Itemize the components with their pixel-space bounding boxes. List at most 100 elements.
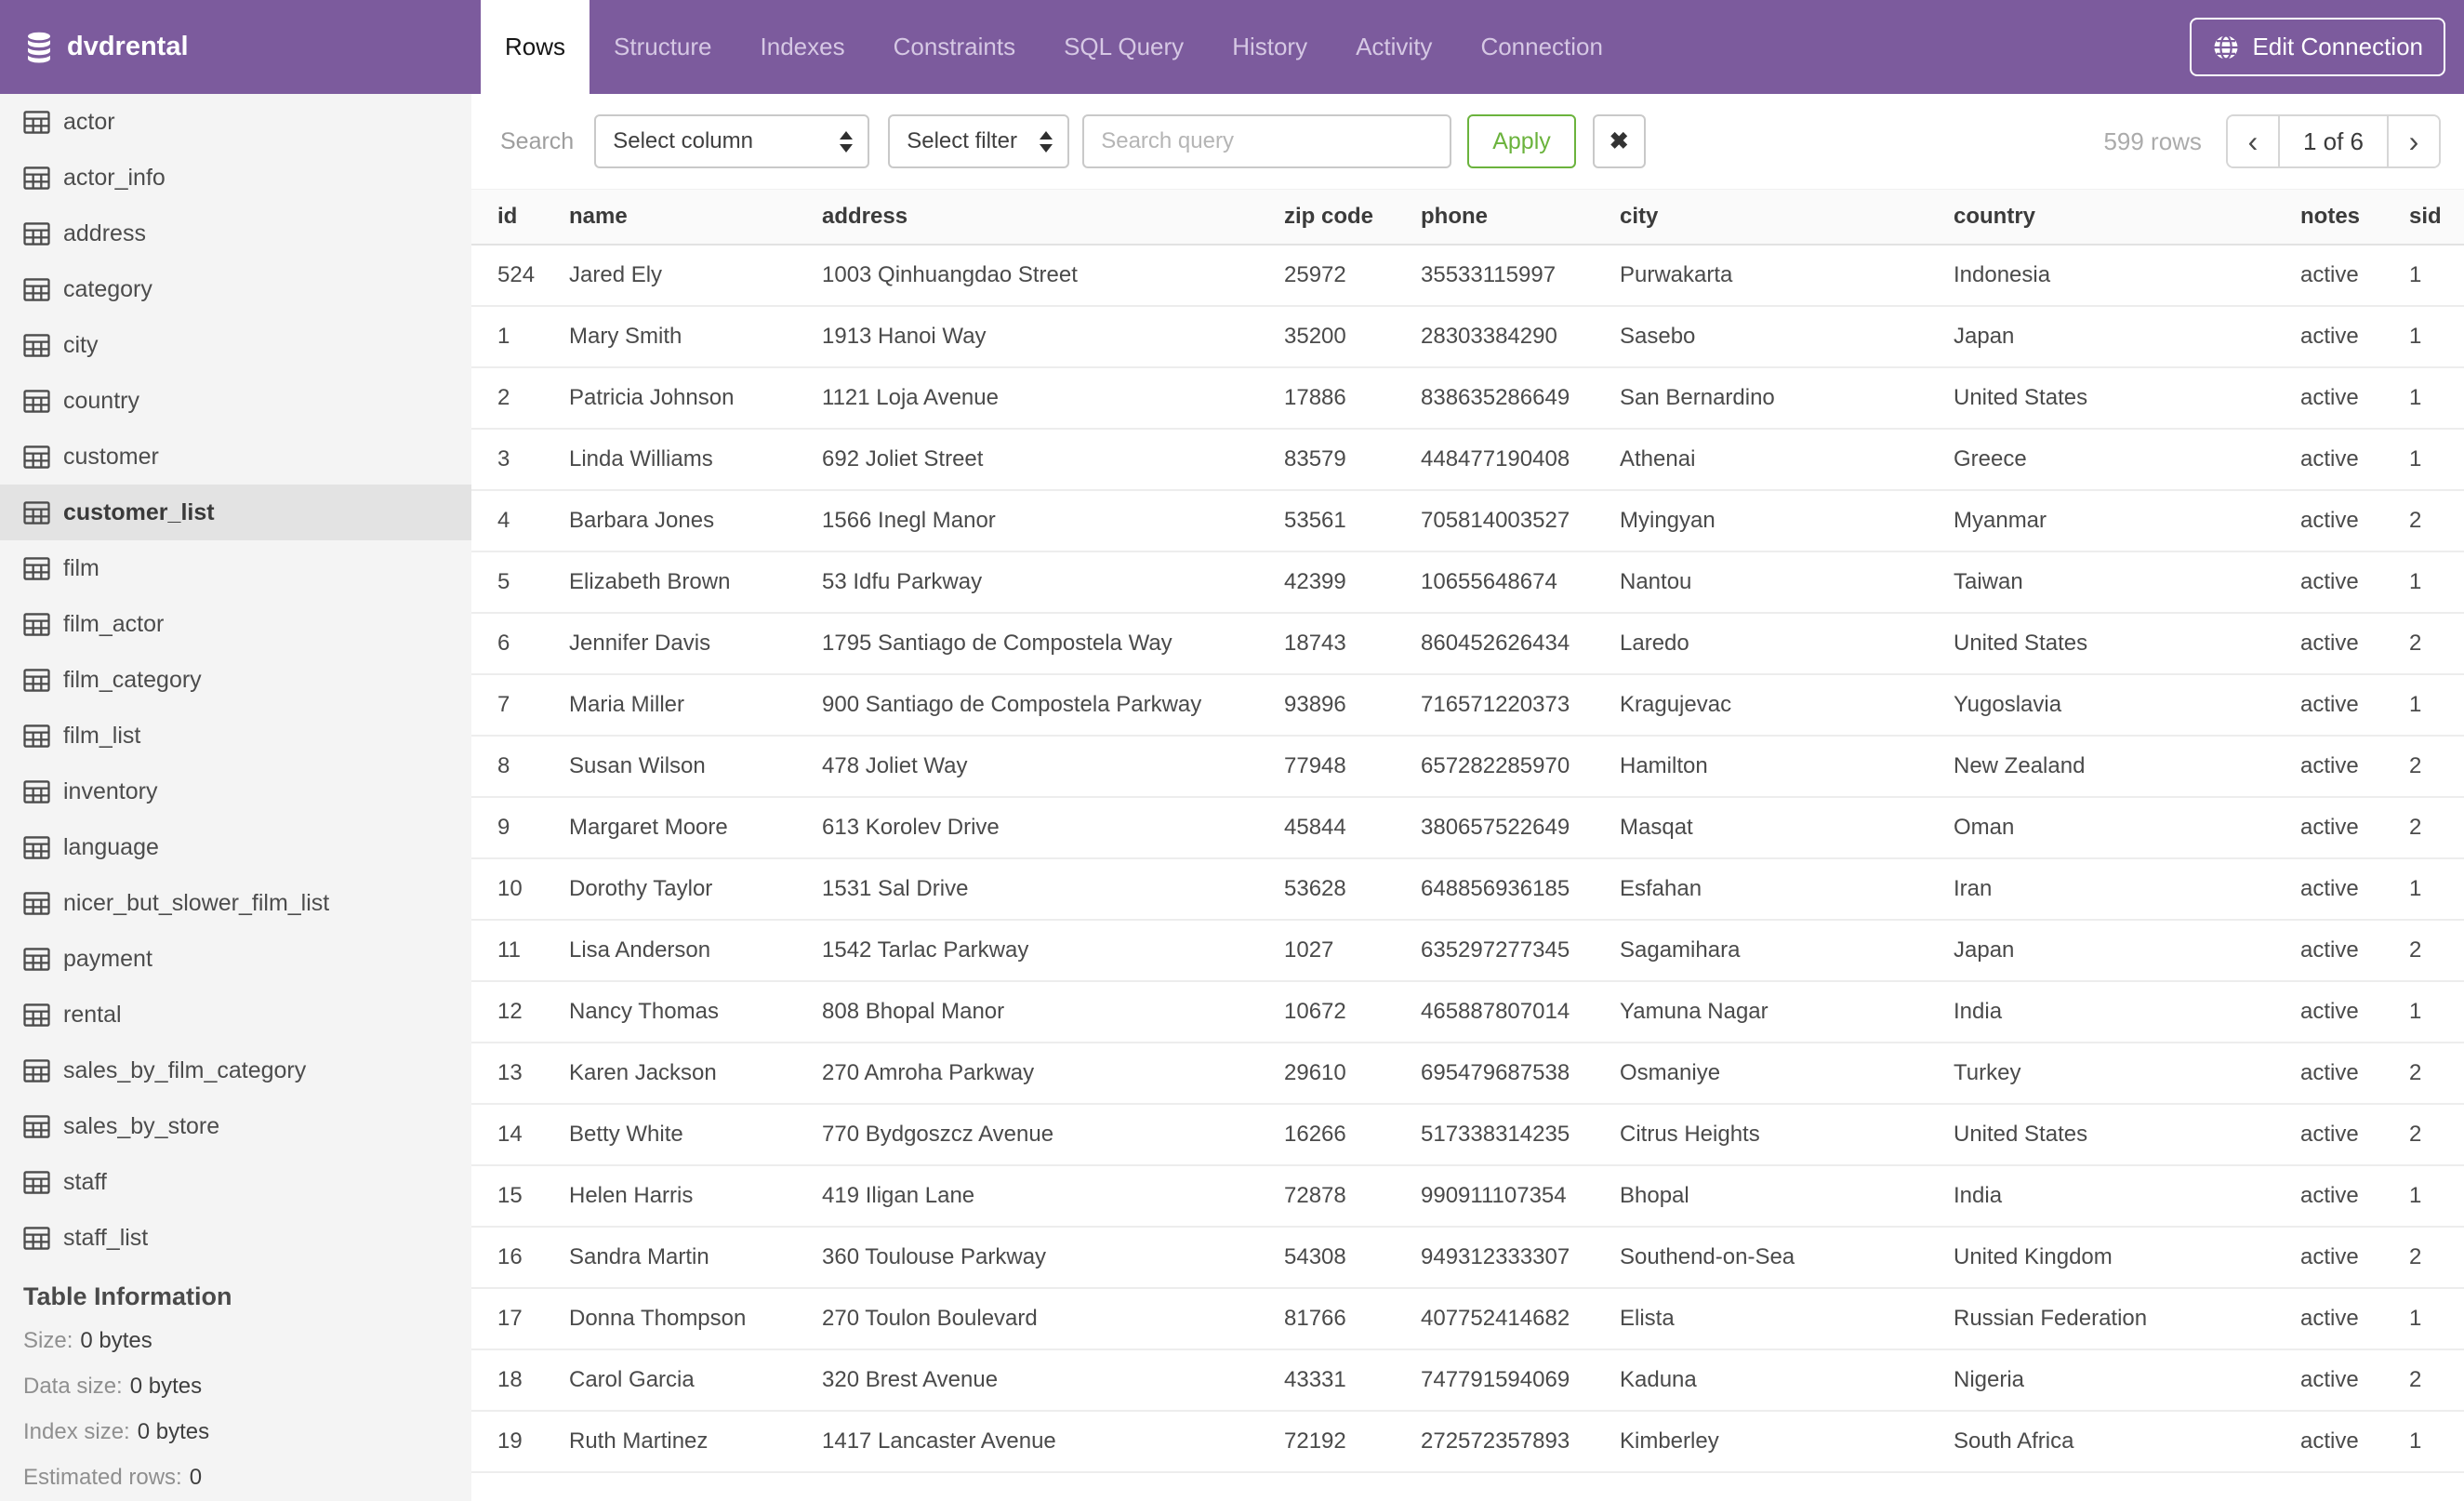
sidebar-item-film_category[interactable]: film_category xyxy=(0,652,471,708)
edit-connection-button[interactable]: Edit Connection xyxy=(2190,18,2445,76)
table-row[interactable]: 18 Carol Garcia 320 Brest Avenue 43331 74779… xyxy=(471,1348,2464,1412)
clear-search-button[interactable]: ✖ xyxy=(1592,114,1646,168)
sidebar-item-staff[interactable]: staff xyxy=(0,1154,471,1210)
sidebar-item-rental[interactable]: rental xyxy=(0,987,471,1043)
sidebar-item-sales_by_store[interactable]: sales_by_store xyxy=(0,1098,471,1154)
cell-country: India xyxy=(1954,980,2300,1043)
filter-select[interactable]: Select filter xyxy=(888,114,1070,168)
cell-phone: 10655648674 xyxy=(1421,551,1620,614)
cell-city: Elista xyxy=(1620,1287,1954,1350)
tab-rows[interactable]: Rows xyxy=(481,0,590,94)
table-row[interactable]: 8 Susan Wilson 478 Joliet Way 77948 65728228… xyxy=(471,735,2464,798)
sidebar-item-sales_by_film_category[interactable]: sales_by_film_category xyxy=(0,1043,471,1098)
cell-sid: 1 xyxy=(2409,1164,2464,1228)
table-row[interactable]: 524 Jared Ely 1003 Qinhuangdao Street 25972… xyxy=(471,244,2464,307)
sidebar-item-film_list[interactable]: film_list xyxy=(0,708,471,764)
cell-notes: active xyxy=(2300,796,2409,859)
cell-phone: 695479687538 xyxy=(1421,1042,1620,1105)
table-icon xyxy=(23,891,50,915)
table-row[interactable]: 9 Margaret Moore 613 Korolev Drive 45844 380… xyxy=(471,796,2464,859)
table-row[interactable]: 17 Donna Thompson 270 Toulon Boulevard 8176… xyxy=(471,1287,2464,1350)
cell-id: 11 xyxy=(471,919,569,982)
sidebar-item-category[interactable]: category xyxy=(0,261,471,317)
column-header-city: city xyxy=(1620,189,1954,246)
table-row[interactable]: 7 Maria Miller 900 Santiago de Compostela … xyxy=(471,673,2464,737)
cell-zip-code: 43331 xyxy=(1284,1348,1421,1412)
table-row[interactable]: 14 Betty White 770 Bydgoszcz Avenue 16266 51… xyxy=(471,1103,2464,1166)
cell-sid: 2 xyxy=(2409,1103,2464,1166)
apply-button[interactable]: Apply xyxy=(1467,114,1576,168)
table-row[interactable]: 4 Barbara Jones 1566 Inegl Manor 53561 70581… xyxy=(471,489,2464,552)
cell-city: Esfahan xyxy=(1620,857,1954,921)
table-row[interactable]: 19 Ruth Martinez 1417 Lancaster Avenue 7219… xyxy=(471,1410,2464,1473)
tab-activity[interactable]: Activity xyxy=(1331,0,1456,94)
table-row[interactable]: 11 Lisa Anderson 1542 Tarlac Parkway 1027 63… xyxy=(471,919,2464,982)
sidebar-item-customer[interactable]: customer xyxy=(0,429,471,485)
cell-sid: 2 xyxy=(2409,796,2464,859)
tab-sql-query[interactable]: SQL Query xyxy=(1040,0,1208,94)
table-info-stat: Index size: 0 bytes xyxy=(23,1409,471,1455)
table-row[interactable]: 15 Helen Harris 419 Iligan Lane 72878 990911… xyxy=(471,1164,2464,1228)
rows-count: 599 rows xyxy=(2103,126,2202,155)
cell-name: Patricia Johnson xyxy=(569,366,822,430)
tab-structure[interactable]: Structure xyxy=(590,0,736,94)
filter-select-value: Select filter xyxy=(907,128,1017,153)
cell-zip-code: 18743 xyxy=(1284,612,1421,675)
cell-sid: 1 xyxy=(2409,428,2464,491)
cell-sid: 2 xyxy=(2409,919,2464,982)
sidebar-item-nicer_but_slower_film_list[interactable]: nicer_but_slower_film_list xyxy=(0,875,471,931)
cell-notes: active xyxy=(2300,1226,2409,1289)
search-query-input[interactable] xyxy=(1082,114,1452,168)
cell-city: Southend-on-Sea xyxy=(1620,1226,1954,1289)
table-icon xyxy=(23,835,50,859)
cell-phone: 747791594069 xyxy=(1421,1348,1620,1412)
sidebar-item-payment[interactable]: payment xyxy=(0,931,471,987)
table-row[interactable]: 3 Linda Williams 692 Joliet Street 83579 448… xyxy=(471,428,2464,491)
sidebar-item-label: address xyxy=(63,219,146,246)
sidebar-item-actor[interactable]: actor xyxy=(0,94,471,150)
next-page-button[interactable]: › xyxy=(2389,116,2439,166)
sidebar-item-city[interactable]: city xyxy=(0,317,471,373)
cell-name: Maria Miller xyxy=(569,673,822,737)
table-row[interactable]: 16 Sandra Martin 360 Toulouse Parkway 54308… xyxy=(471,1226,2464,1289)
table-icon xyxy=(23,1058,50,1083)
cell-id: 6 xyxy=(471,612,569,675)
cell-zip-code: 72192 xyxy=(1284,1410,1421,1473)
table-row[interactable]: 12 Nancy Thomas 808 Bhopal Manor 10672 46588… xyxy=(471,980,2464,1043)
sidebar-item-address[interactable]: address xyxy=(0,206,471,261)
cell-name: Linda Williams xyxy=(569,428,822,491)
sidebar-item-customer_list[interactable]: customer_list xyxy=(0,485,471,540)
table-row[interactable]: 10 Dorothy Taylor 1531 Sal Drive 53628 64885… xyxy=(471,857,2464,921)
sidebar-item-film[interactable]: film xyxy=(0,540,471,596)
cell-id: 13 xyxy=(471,1042,569,1105)
sidebar-item-country[interactable]: country xyxy=(0,373,471,429)
table-row[interactable]: 13 Karen Jackson 270 Amroha Parkway 29610 69… xyxy=(471,1042,2464,1105)
prev-page-button[interactable]: ‹ xyxy=(2227,116,2278,166)
column-select[interactable]: Select column xyxy=(594,114,870,168)
cell-id: 18 xyxy=(471,1348,569,1412)
table-row[interactable]: 2 Patricia Johnson 1121 Loja Avenue 17886 83… xyxy=(471,366,2464,430)
cell-phone: 465887807014 xyxy=(1421,980,1620,1043)
column-header-id: id xyxy=(471,189,569,246)
table-icon xyxy=(23,277,50,301)
cell-id: 2 xyxy=(471,366,569,430)
table-row[interactable]: 5 Elizabeth Brown 53 Idfu Parkway 42399 1065… xyxy=(471,551,2464,614)
sidebar-item-film_actor[interactable]: film_actor xyxy=(0,596,471,652)
sidebar-item-staff_list[interactable]: staff_list xyxy=(0,1210,471,1266)
sidebar-item-language[interactable]: language xyxy=(0,819,471,875)
tab-indexes[interactable]: Indexes xyxy=(736,0,869,94)
table-icon xyxy=(23,1226,50,1250)
table-row[interactable]: 1 Mary Smith 1913 Hanoi Way 35200 2830338429… xyxy=(471,305,2464,368)
table-body: 524 Jared Ely 1003 Qinhuangdao Street 25972… xyxy=(471,244,2464,1473)
tab-history[interactable]: History xyxy=(1208,0,1331,94)
cell-zip-code: 42399 xyxy=(1284,551,1421,614)
cell-phone: 407752414682 xyxy=(1421,1287,1620,1350)
tab-constraints[interactable]: Constraints xyxy=(869,0,1040,94)
stat-label: Data size: xyxy=(23,1374,123,1399)
tab-connection[interactable]: Connection xyxy=(1456,0,1627,94)
cell-id: 1 xyxy=(471,305,569,368)
sidebar-item-inventory[interactable]: inventory xyxy=(0,764,471,819)
sidebar-item-actor_info[interactable]: actor_info xyxy=(0,150,471,206)
table-row[interactable]: 6 Jennifer Davis 1795 Santiago de Composte… xyxy=(471,612,2464,675)
stat-label: Index size: xyxy=(23,1419,130,1444)
